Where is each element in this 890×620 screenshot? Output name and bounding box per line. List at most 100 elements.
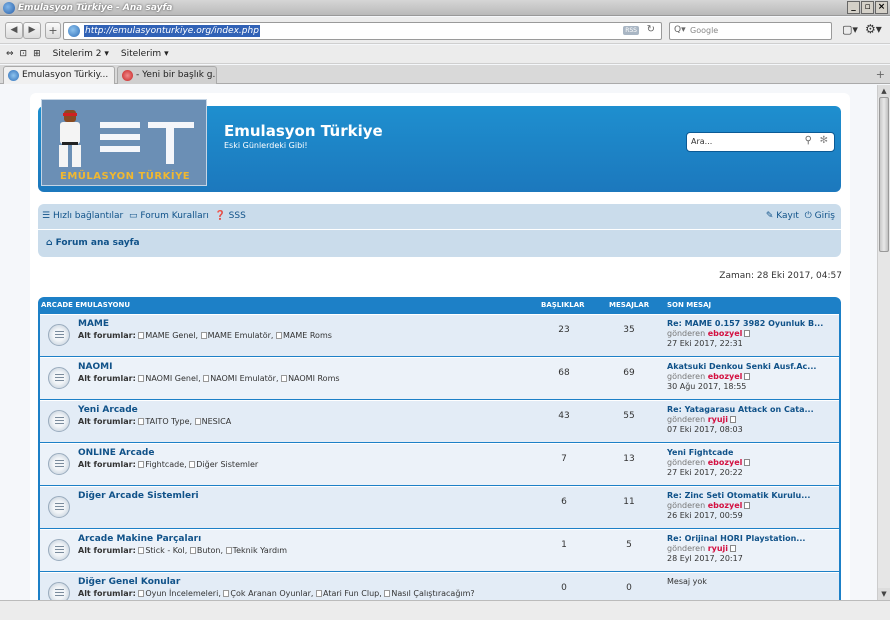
site-title[interactable]: Emulasyon Türkiye (224, 122, 383, 140)
subforum-link[interactable]: MAME Genel (145, 331, 195, 340)
address-bar[interactable]: http://emulasyonturkiye.org/index.php RS… (63, 22, 662, 40)
subforum-link[interactable]: Stick - Kol (145, 546, 184, 555)
forum-search-input[interactable]: Ara... ⚲ ✻ (686, 132, 835, 152)
scroll-down-arrow[interactable]: ▼ (878, 588, 890, 600)
tab-active[interactable]: Emulasyon Türkiy... (3, 66, 115, 84)
subforum-link[interactable]: NAOMI Genel (145, 374, 198, 383)
scroll-up-arrow[interactable]: ▲ (878, 85, 890, 97)
scroll-thumb[interactable] (879, 97, 889, 252)
forum-row: Diğer Genel Konular Alt forumlar: Oyun İn… (40, 572, 839, 600)
forum-name[interactable]: Arcade Makine Parçaları (78, 534, 201, 544)
last-post-user[interactable]: ebozyel (708, 458, 743, 467)
subforum-link[interactable]: MAME Emulatör (208, 331, 271, 340)
last-post-user[interactable]: ebozyel (708, 372, 743, 381)
advanced-search-icon[interactable]: ✻ (820, 135, 828, 146)
forum-home-link[interactable]: Forum ana sayfa (56, 238, 140, 248)
grid-icon[interactable]: ⊞ (33, 49, 41, 59)
faq-link[interactable]: SSS (229, 211, 246, 221)
gear-icon[interactable]: ⚙▾ (865, 22, 882, 36)
col-last-post: SON MESAJ (667, 301, 712, 309)
bookmark-folder-1[interactable]: Sitelerim 2 ▾ (47, 49, 109, 59)
post-count: 55 (623, 411, 635, 421)
subforum-link[interactable]: Atari Fun Clup (323, 589, 379, 598)
forum-name[interactable]: Diğer Genel Konular (78, 577, 180, 587)
subforum-link[interactable]: Nasıl Çalıştıracağım? (391, 589, 474, 598)
subforum-link[interactable]: Buton (197, 546, 221, 555)
url-text[interactable]: http://emulasyonturkiye.org/index.php (84, 25, 260, 37)
subforum-link[interactable]: Diğer Sistemler (196, 460, 258, 469)
quick-links-link[interactable]: Hızlı bağlantılar (53, 211, 123, 221)
last-post: Re: Zinc Seti Otomatik Kurulu... gönderen… (667, 491, 810, 521)
last-post-title[interactable]: Re: Zinc Seti Otomatik Kurulu... (667, 491, 810, 501)
view-post-icon[interactable] (730, 416, 737, 423)
last-post-title[interactable]: Yeni Fightcade (667, 448, 750, 458)
subforum-icon (200, 332, 207, 339)
subforum-label: Alt forumlar: (78, 546, 136, 555)
view-post-icon[interactable] (744, 459, 751, 466)
tab-bar: Emulasyon Türkiy... - Yeni bir başlık g.… (0, 65, 890, 84)
forum-name[interactable]: Yeni Arcade (78, 405, 138, 415)
site-logo[interactable]: EMÜLASYON TÜRKİYE (41, 99, 207, 186)
subforum-link[interactable]: MAME Roms (283, 331, 332, 340)
forward-button[interactable]: ▶ (23, 22, 41, 39)
reader-icon[interactable]: ⇔ (6, 49, 14, 59)
forum-name[interactable]: Diğer Arcade Sistemleri (78, 491, 199, 501)
subforum-link[interactable]: Teknik Yardım (233, 546, 287, 555)
subforum-link[interactable]: Oyun İncelemeleri (145, 589, 218, 598)
subforum-link[interactable]: NAOMI Emulatör (210, 374, 276, 383)
tab-inactive[interactable]: - Yeni bir başlık g... (117, 66, 217, 84)
subforum-list: Alt forumlar: Stick - Kol, Buton, Teknik… (78, 546, 288, 555)
globe-icon (8, 70, 19, 81)
bookmark-folder-2[interactable]: Sitelerim ▾ (115, 49, 169, 59)
view-post-icon[interactable] (744, 502, 751, 509)
view-post-icon[interactable] (744, 330, 751, 337)
last-post-title[interactable]: Re: MAME 0.157 3982 Oyunluk B... (667, 319, 823, 329)
forum-read-icon (48, 539, 70, 561)
subforum-label: Alt forumlar: (78, 460, 136, 469)
search-icon[interactable]: ⚲ (805, 135, 812, 146)
subforum-link[interactable]: NAOMI Roms (288, 374, 339, 383)
minimize-button[interactable]: _ (847, 1, 860, 14)
view-post-icon[interactable] (744, 373, 751, 380)
web-search-input[interactable]: Q▾ Google (669, 22, 832, 40)
last-post-title[interactable]: Re: Yatagarasu Attack on Cata... (667, 405, 814, 415)
subforum-icon (138, 375, 145, 382)
window-titlebar: Emulasyon Türkiye - Ana sayfa _ ▫ × (0, 0, 890, 16)
last-post-user[interactable]: ebozyel (708, 501, 743, 510)
edit-icon: ✎ (765, 211, 774, 221)
page-menu-icon[interactable]: ▢▾ (842, 23, 858, 36)
last-post-date: 27 Eki 2017, 22:31 (667, 339, 743, 348)
last-post-user[interactable]: ryuji (708, 415, 728, 424)
last-post-title[interactable]: Akatsuki Denkou Senki Ausf.Ac... (667, 362, 816, 372)
subforum-list: Alt forumlar: MAME Genel, MAME Emulatör,… (78, 331, 332, 340)
subforum-link[interactable]: NESICA (202, 417, 232, 426)
last-post-user[interactable]: ebozyel (708, 329, 743, 338)
close-button[interactable]: × (875, 1, 888, 14)
forum-row: NAOMI Alt forumlar: NAOMI Genel, NAOMI Em… (40, 357, 839, 399)
reload-icon[interactable]: ↻ (647, 24, 655, 35)
new-tab-icon[interactable]: + (876, 68, 885, 81)
current-time: Zaman: 28 Eki 2017, 04:57 (719, 271, 842, 281)
category-title[interactable]: ARCADE EMULASYONU (41, 301, 130, 309)
subforum-link[interactable]: Fightcade (145, 460, 184, 469)
search-engine-icon[interactable]: Q▾ (674, 25, 686, 35)
subforum-link[interactable]: TAITO Type (145, 417, 189, 426)
back-button[interactable]: ◀ (5, 22, 23, 39)
subforum-link[interactable]: Çok Aranan Oyunlar (230, 589, 311, 598)
topic-count: 43 (558, 411, 570, 421)
view-post-icon[interactable] (730, 545, 737, 552)
forum-name[interactable]: ONLINE Arcade (78, 448, 154, 458)
rules-link[interactable]: Forum Kuralları (140, 211, 208, 221)
last-post-user[interactable]: ryuji (708, 544, 728, 553)
forum-name[interactable]: NAOMI (78, 362, 112, 372)
rss-badge[interactable]: RSS (623, 26, 639, 35)
vertical-scrollbar[interactable]: ▲ ▼ (877, 85, 890, 600)
last-post-title[interactable]: Re: Orijinal HORI Playstation... (667, 534, 805, 544)
maximize-button[interactable]: ▫ (861, 1, 874, 14)
topic-count: 1 (561, 540, 567, 550)
register-link[interactable]: Kayıt (776, 211, 799, 221)
login-link[interactable]: Giriş (815, 211, 835, 221)
bookmarks-icon[interactable]: ⊡ (20, 49, 28, 59)
forum-name[interactable]: MAME (78, 319, 109, 329)
new-tab-button[interactable]: + (45, 22, 61, 39)
